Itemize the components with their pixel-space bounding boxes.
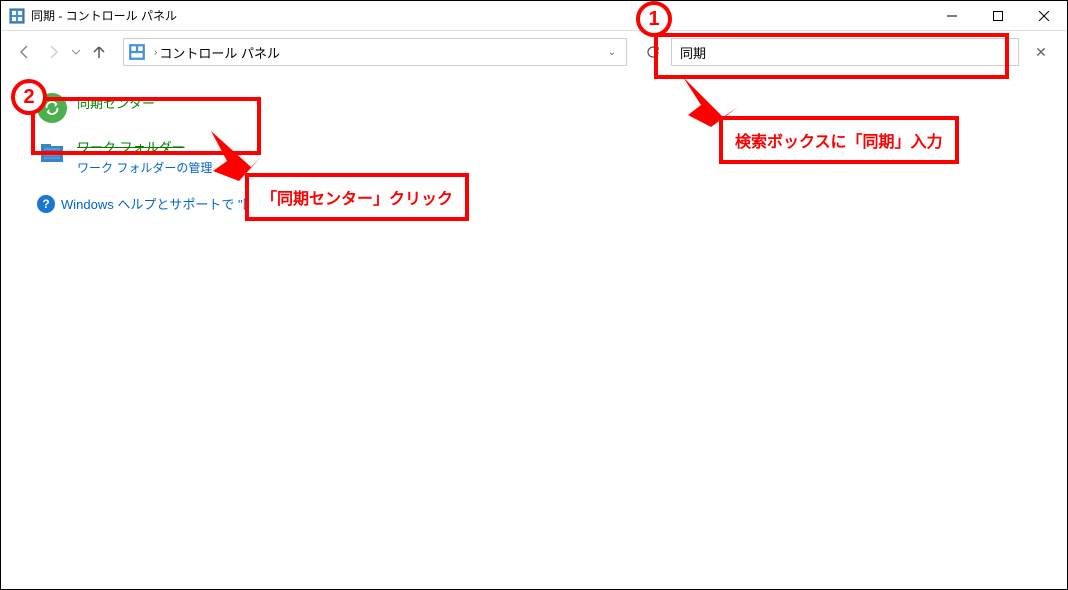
maximize-button[interactable]: [975, 1, 1021, 31]
address-dropdown-icon[interactable]: ⌄: [602, 47, 622, 58]
sync-center-link[interactable]: 同期センター: [77, 96, 155, 111]
search-box[interactable]: [671, 38, 1019, 66]
back-button[interactable]: [13, 40, 37, 64]
address-bar[interactable]: › コントロール パネル ⌄: [123, 38, 627, 66]
result-work-folders[interactable]: ワーク フォルダー ワーク フォルダーの管理: [37, 137, 1031, 176]
clear-search-button[interactable]: ✕: [1027, 38, 1055, 66]
control-panel-small-icon: [128, 43, 146, 61]
breadcrumb-location[interactable]: コントロール パネル: [159, 43, 280, 62]
titlebar: 同期 - コントロール パネル: [1, 1, 1067, 31]
forward-button[interactable]: [41, 40, 65, 64]
toolbar: › コントロール パネル ⌄ ✕: [1, 31, 1067, 73]
recent-dropdown[interactable]: [69, 40, 83, 64]
help-search-link[interactable]: ? Windows ヘルプとサポートで "同期: [37, 194, 1031, 213]
work-folders-icon: [37, 137, 67, 167]
work-folders-title: ワーク フォルダー: [77, 140, 185, 155]
window-controls: [929, 1, 1067, 31]
search-results: 同期センター ワーク フォルダー ワーク フォルダーの管理 ? Windows …: [1, 73, 1067, 233]
help-text: Windows ヘルプとサポートで "同期: [61, 194, 269, 213]
work-folders-manage-link[interactable]: ワーク フォルダーの管理: [77, 159, 212, 176]
sync-center-icon: [37, 93, 67, 123]
help-icon: ?: [37, 195, 55, 213]
refresh-button[interactable]: [639, 38, 667, 66]
control-panel-icon: [9, 8, 25, 24]
breadcrumb-separator: ›: [154, 47, 157, 58]
up-button[interactable]: [87, 40, 111, 64]
search-input[interactable]: [680, 45, 1010, 60]
result-sync-center[interactable]: 同期センター: [37, 93, 1031, 123]
close-button[interactable]: [1021, 1, 1067, 31]
window-title: 同期 - コントロール パネル: [31, 7, 929, 24]
minimize-button[interactable]: [929, 1, 975, 31]
